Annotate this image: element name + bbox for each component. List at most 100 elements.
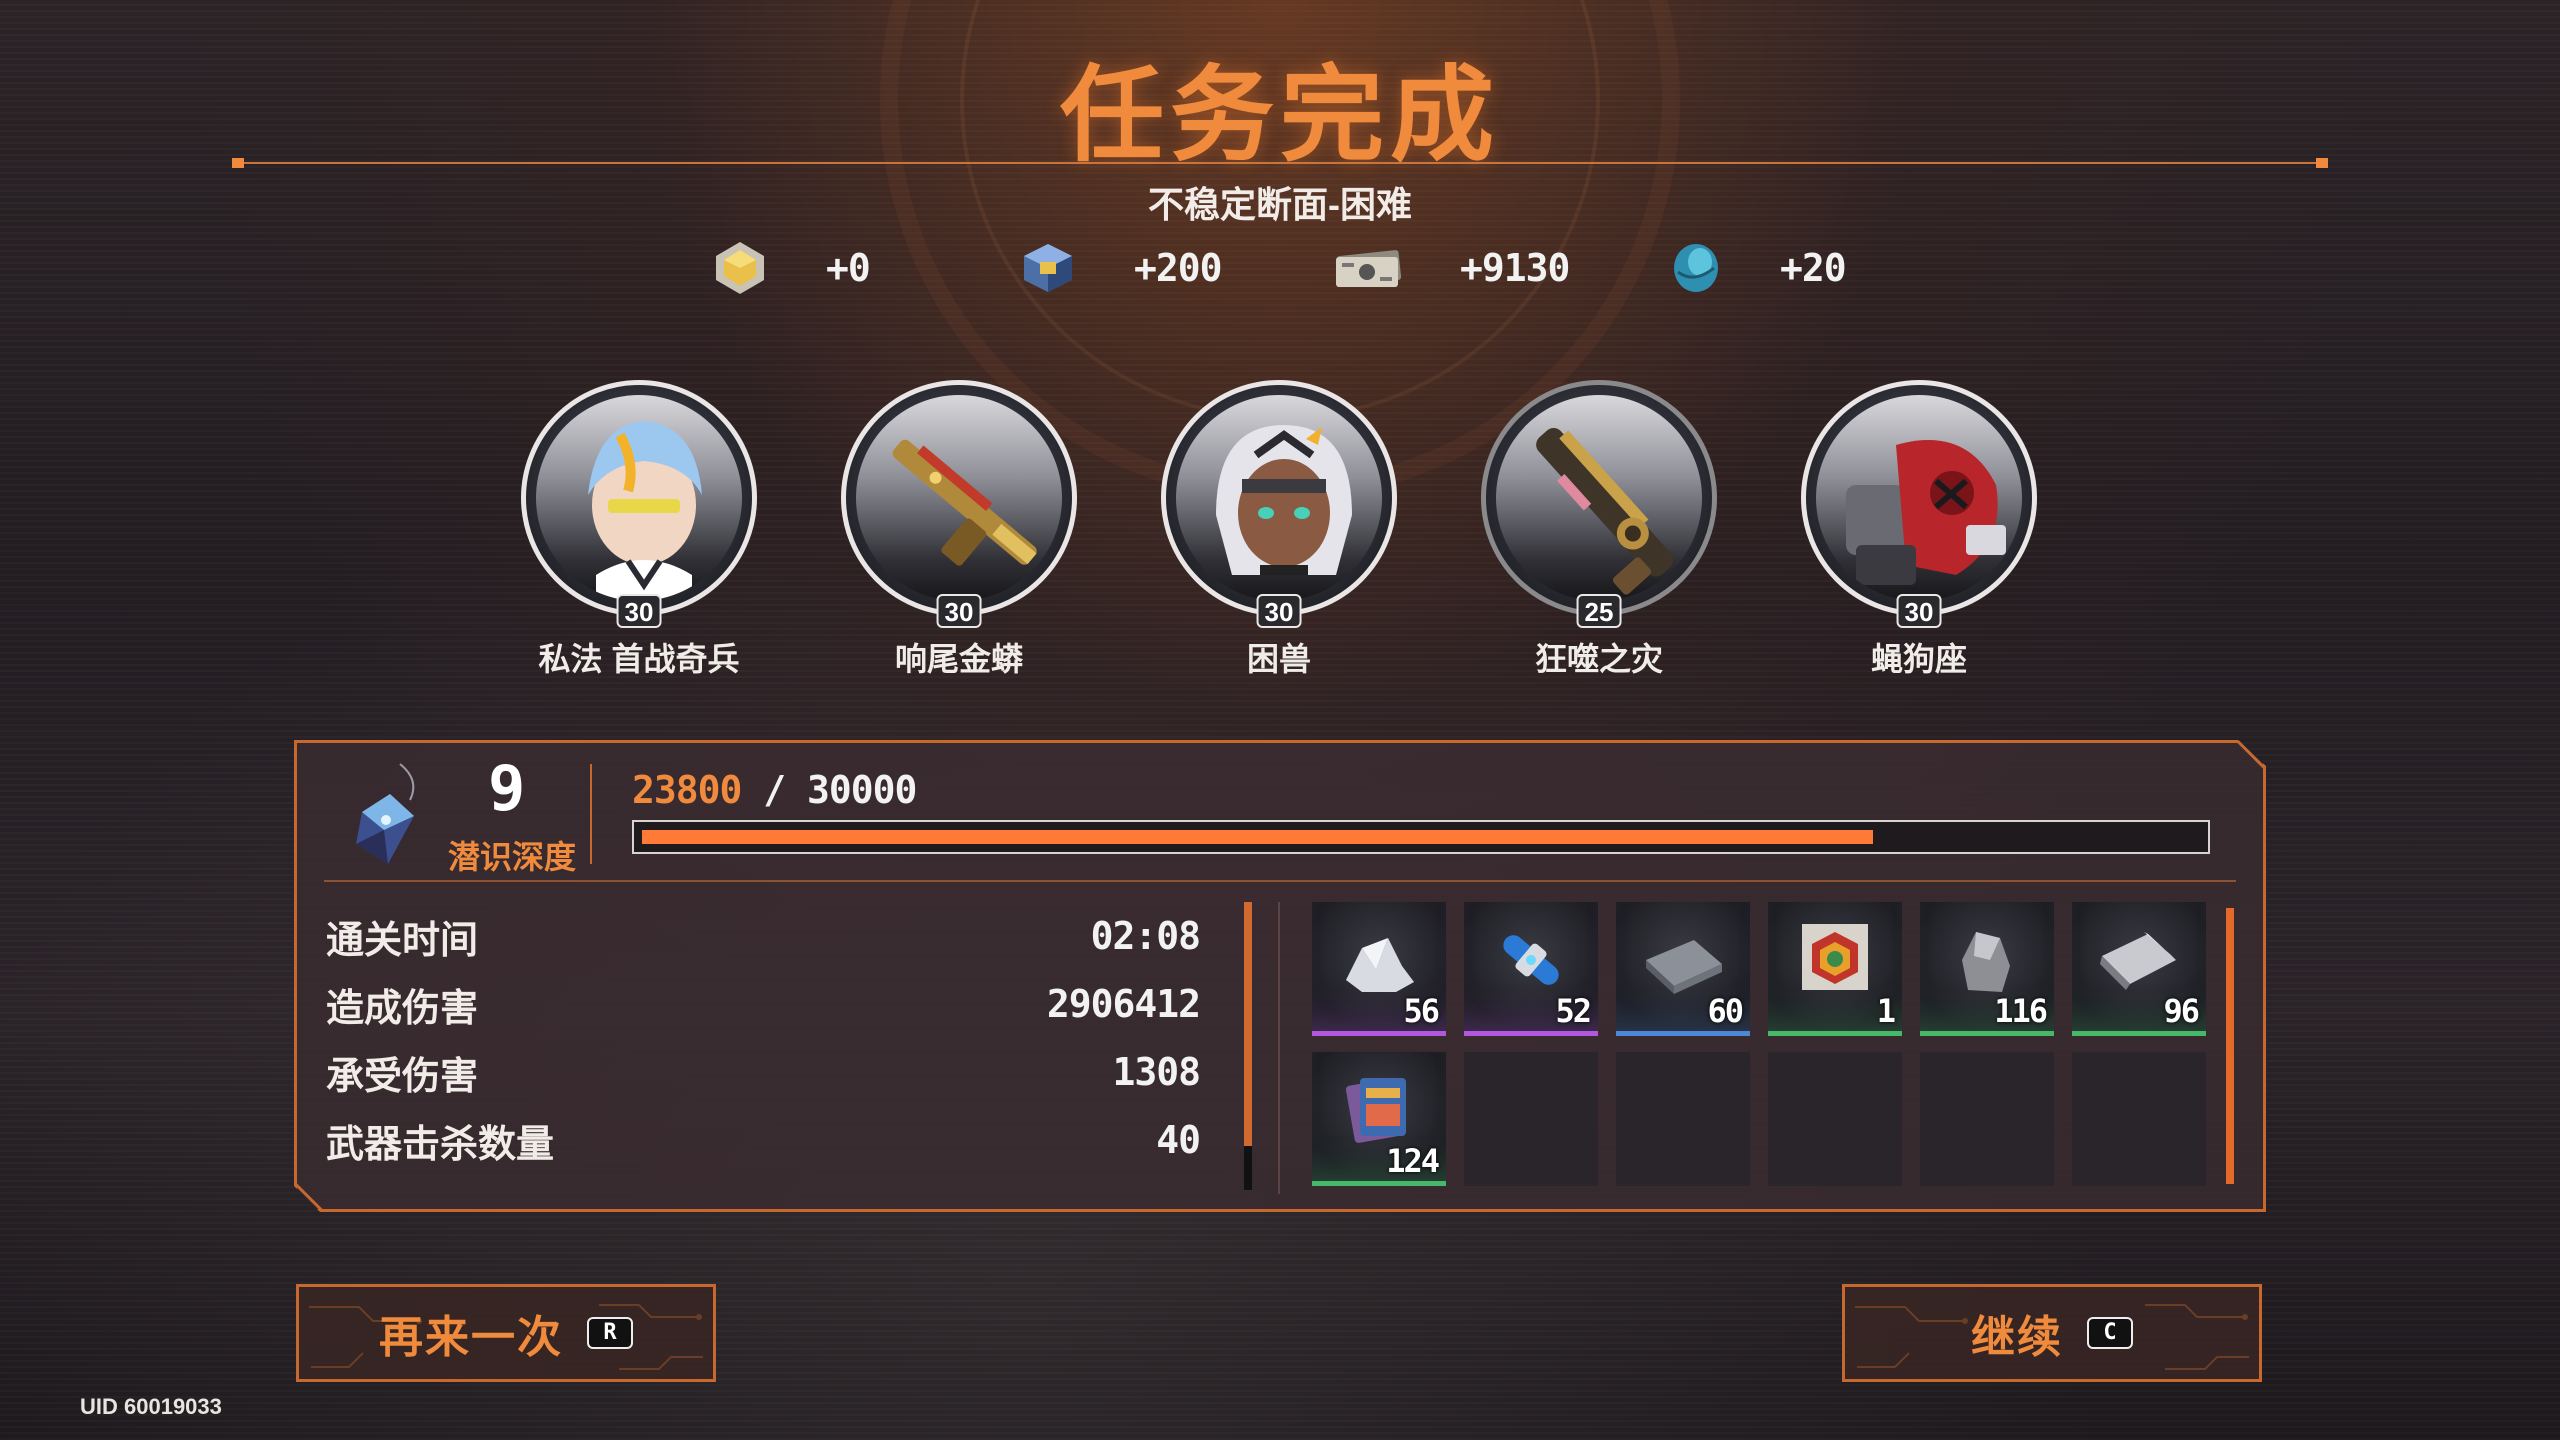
rarity-bar [1312, 1181, 1446, 1186]
title-divider [232, 158, 2328, 168]
xp-current: 23800 [632, 768, 742, 812]
blue-crate-icon [1016, 236, 1080, 300]
item-slot[interactable]: 52 [1464, 902, 1598, 1036]
reward-item: +20 [1662, 236, 1847, 300]
empty-slot [1616, 1052, 1750, 1186]
continue-hotkey: C [2087, 1317, 2133, 1349]
depth-level: 9 [488, 752, 526, 825]
stat-label: 造成伤害 [326, 987, 479, 1030]
item-slot[interactable]: 116 [1920, 902, 2054, 1036]
ornate-shotgun-icon [1536, 428, 1674, 595]
player-uid: UID 60019033 [80, 1394, 222, 1419]
stat-value: 40 [1156, 1118, 1201, 1162]
depth-xp-text: 23800 / 30000 [632, 768, 917, 812]
stone-ore-icon [1962, 932, 2010, 992]
mission-complete-title: 任务完成 [1059, 58, 1500, 174]
item-slot[interactable]: 1 [1768, 902, 1902, 1036]
stat-value: 2906412 [1046, 982, 1201, 1026]
empty-slot [1920, 1052, 2054, 1186]
item-quantity: 56 [1403, 992, 1440, 1030]
item-quantity: 116 [1994, 992, 2048, 1030]
member-avatar [1481, 380, 1717, 616]
member-name: 私法 首战奇兵 [538, 641, 740, 677]
rarity-bar [1768, 1031, 1902, 1036]
stat-value: 1308 [1112, 1050, 1201, 1094]
rarity-bar [1464, 1031, 1598, 1036]
panel-divider [324, 880, 2236, 882]
item-quantity: 124 [1386, 1142, 1440, 1180]
blue-capsule-icon [1503, 935, 1559, 985]
team-member[interactable]: 30 蝇狗座 [1796, 380, 2042, 680]
rarity-bar [1616, 1031, 1750, 1036]
empty-slot [2072, 1052, 2206, 1186]
member-level: 30 [1896, 594, 1942, 628]
retry-button[interactable]: 再来一次 R [296, 1284, 716, 1382]
member-level: 30 [936, 594, 982, 628]
stat-value: 02:08 [1090, 914, 1201, 958]
depth-crystal-icon [340, 760, 430, 870]
reward-value: +20 [1780, 246, 1847, 290]
stats-scrollbar[interactable] [1244, 902, 1252, 1190]
stat-label: 武器击杀数量 [326, 1123, 555, 1166]
stat-row: 承受伤害 1308 [326, 1042, 1201, 1102]
team-member[interactable]: 30 响尾金蟒 [836, 380, 1082, 680]
depth-separator [590, 764, 592, 864]
blue-shell-icon [1662, 236, 1726, 300]
character-portrait-icon [588, 421, 702, 601]
stat-label: 通关时间 [326, 919, 479, 962]
member-name: 响尾金蟒 [894, 641, 1023, 677]
reward-item: +200 [1016, 236, 1223, 300]
card-pack-icon [1345, 1078, 1406, 1143]
xp-max: / 30000 [763, 768, 917, 812]
divider-cap-right [2316, 158, 2328, 168]
rarity-bar [1920, 1031, 2054, 1036]
depth-label: 潜识深度 [448, 839, 577, 875]
reward-value: +200 [1134, 246, 1223, 290]
stat-row: 通关时间 02:08 [326, 906, 1201, 966]
inventory-scrollbar[interactable] [2226, 908, 2234, 1184]
crystal-ore-icon [1346, 938, 1414, 992]
item-slot[interactable]: 96 [2072, 902, 2206, 1036]
hex-badge-icon [1802, 924, 1868, 990]
character-portrait-icon [1216, 425, 1352, 575]
rarity-bar [2072, 1031, 2206, 1036]
reward-value: +9130 [1460, 246, 1570, 290]
divider-cap-left [232, 158, 244, 168]
member-avatar [1161, 380, 1397, 616]
banknote-icon [1332, 236, 1406, 300]
item-quantity: 60 [1707, 992, 1744, 1030]
member-avatar [1801, 380, 2037, 616]
item-slot[interactable]: 56 [1312, 902, 1446, 1036]
team-member[interactable]: 25 狂噬之灾 [1476, 380, 1722, 680]
metal-plate-icon [1646, 940, 1722, 994]
depth-progress-bar [632, 820, 2210, 854]
retry-hotkey: R [587, 1317, 633, 1349]
member-name: 困兽 [1246, 641, 1311, 677]
depth-progress-fill [642, 830, 1873, 844]
member-level: 30 [616, 594, 662, 628]
continue-button[interactable]: 继续 C [1842, 1284, 2262, 1382]
team-member[interactable]: 30 私法 首战奇兵 [516, 380, 762, 680]
panel-vertical-divider [1278, 902, 1280, 1194]
reward-value: +0 [826, 246, 871, 290]
item-quantity: 52 [1555, 992, 1592, 1030]
reward-item: +9130 [1332, 236, 1570, 300]
stage-name: 不稳定断面-困难 [1148, 184, 1412, 225]
cloth-bundle-icon [2100, 932, 2176, 990]
member-level: 25 [1576, 594, 1622, 628]
stat-label: 承受伤害 [326, 1055, 479, 1098]
member-avatar [521, 380, 757, 616]
stat-row: 武器击杀数量 40 [326, 1110, 1201, 1170]
member-name: 蝇狗座 [1870, 641, 1967, 677]
rarity-bar [1312, 1031, 1446, 1036]
inventory-scroll-thumb[interactable] [2226, 908, 2234, 1184]
team-member[interactable]: 30 困兽 [1156, 380, 1402, 680]
item-slot[interactable]: 124 [1312, 1052, 1446, 1186]
empty-slot [1464, 1052, 1598, 1186]
continue-label: 继续 [1971, 1313, 2063, 1362]
golden-rifle-icon [892, 439, 1037, 566]
stats-scroll-thumb[interactable] [1244, 902, 1252, 1146]
stat-row: 造成伤害 2906412 [326, 974, 1201, 1034]
retry-label: 再来一次 [379, 1313, 563, 1362]
item-slot[interactable]: 60 [1616, 902, 1750, 1036]
